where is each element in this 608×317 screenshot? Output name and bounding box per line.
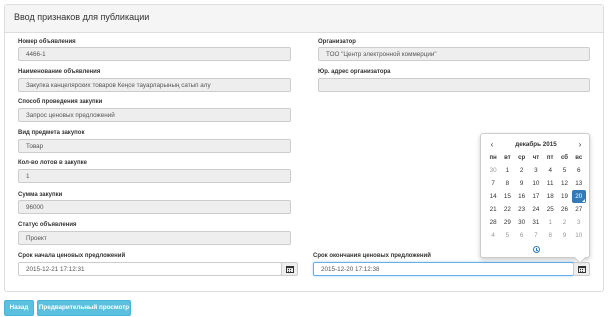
day-cell[interactable]: 2: [557, 216, 571, 229]
datepicker-popup: ‹ декабрь 2015 › пн вт ср чт пт сб вс 30…: [480, 133, 591, 264]
calendar-icon: [285, 265, 294, 273]
day-cell[interactable]: 30: [515, 216, 529, 229]
day-cell[interactable]: 27: [572, 203, 586, 216]
day-cell[interactable]: 30: [486, 164, 500, 177]
day-cell[interactable]: 15: [500, 190, 514, 203]
day-cell[interactable]: 5: [500, 229, 514, 242]
announcement-name-field[interactable]: Закупка канцелярских товаров Кеңсе тауар…: [18, 78, 291, 92]
datepicker-month-title[interactable]: декабрь 2015: [501, 141, 571, 148]
day-cell[interactable]: 19: [557, 190, 571, 203]
lots-count-label: Кол-во лотов в закупке: [18, 160, 87, 166]
panel-title: Ввод признаков для публикации: [5, 5, 603, 33]
day-cell[interactable]: 12: [557, 177, 571, 190]
start-date-input[interactable]: 2015-12-21 17:12:31: [18, 262, 282, 276]
subject-type-label: Вид предмета закупок: [18, 130, 85, 136]
procurement-method-label: Способ проведения закупки: [18, 99, 103, 105]
organizer-field[interactable]: ТОО "Центр электронной коммерции": [318, 47, 590, 61]
day-cell[interactable]: 10: [529, 177, 543, 190]
day-cell[interactable]: 9: [515, 177, 529, 190]
day-cell[interactable]: 6: [572, 164, 586, 177]
announcement-number-label: Номер объявления: [18, 39, 76, 45]
organizer-address-field[interactable]: [318, 78, 590, 92]
day-cell[interactable]: 7: [486, 177, 500, 190]
day-cell[interactable]: 10: [572, 229, 586, 242]
back-button[interactable]: Назад: [4, 300, 34, 316]
day-cell[interactable]: 26: [557, 203, 571, 216]
day-cell[interactable]: 28: [486, 216, 500, 229]
day-cell[interactable]: 31: [529, 216, 543, 229]
end-date-calendar-button[interactable]: [573, 262, 590, 276]
day-cell[interactable]: 25: [543, 203, 557, 216]
day-cell[interactable]: 4: [486, 229, 500, 242]
day-cell[interactable]: 18: [543, 190, 557, 203]
datepicker-grid: пн вт ср чт пт сб вс 30 1 2 3 4 5 6 7 8 …: [486, 152, 586, 242]
clock-icon[interactable]: [533, 246, 540, 253]
weekday-label: сб: [560, 155, 568, 161]
day-cell[interactable]: 8: [500, 177, 514, 190]
subject-type-field[interactable]: Товар: [18, 139, 291, 153]
day-cell[interactable]: 17: [529, 190, 543, 203]
day-cell[interactable]: 29: [500, 216, 514, 229]
day-cell[interactable]: 22: [500, 203, 514, 216]
lots-count-field[interactable]: 1: [18, 169, 291, 183]
end-date-input[interactable]: 2015-12-20 17:12:38: [313, 262, 574, 276]
prev-month-button[interactable]: ‹: [486, 139, 498, 151]
announcement-number-field[interactable]: 4466-1: [18, 47, 291, 61]
day-cell[interactable]: 7: [529, 229, 543, 242]
day-cell[interactable]: 4: [543, 164, 557, 177]
start-date-label: Срок начала ценовых предложений: [18, 253, 126, 259]
day-cell[interactable]: 9: [557, 229, 571, 242]
day-cell[interactable]: 24: [529, 203, 543, 216]
day-cell[interactable]: 16: [515, 190, 529, 203]
weekday-label: пт: [546, 155, 554, 161]
day-cell[interactable]: 21: [486, 203, 500, 216]
preview-button[interactable]: Предварительный просмотр: [37, 300, 131, 316]
next-month-button[interactable]: ›: [574, 139, 586, 151]
calendar-icon: [577, 265, 586, 273]
weekday-label: вт: [504, 155, 511, 161]
day-cell[interactable]: 11: [543, 177, 557, 190]
weekday-label: пн: [489, 155, 497, 161]
announcement-name-label: Наименование объявления: [18, 69, 101, 75]
day-cell[interactable]: 5: [557, 164, 571, 177]
day-cell[interactable]: 3: [529, 164, 543, 177]
status-label: Статус объявления: [18, 222, 77, 228]
status-field[interactable]: Проект: [18, 231, 291, 245]
day-cell[interactable]: 1: [500, 164, 514, 177]
procurement-sum-label: Сумма закупки: [18, 192, 63, 198]
day-cell[interactable]: 13: [572, 177, 586, 190]
procurement-method-field[interactable]: Запрос ценовых предложений: [18, 108, 291, 122]
day-cell[interactable]: 8: [543, 229, 557, 242]
weekday-label: чт: [532, 155, 540, 161]
day-cell[interactable]: 14: [486, 190, 500, 203]
end-date-label: Срок окончания ценовых предложений: [313, 253, 431, 259]
procurement-sum-field[interactable]: 96000: [18, 200, 291, 214]
day-cell[interactable]: 6: [515, 229, 529, 242]
weekday-label: ср: [518, 155, 526, 161]
day-cell[interactable]: 23: [515, 203, 529, 216]
start-date-calendar-button[interactable]: [281, 262, 298, 276]
weekday-label: вс: [575, 155, 583, 161]
day-cell[interactable]: 1: [543, 216, 557, 229]
datepicker-header: ‹ декабрь 2015 ›: [481, 139, 591, 151]
organizer-address-label: Юр. адрес организатора: [318, 69, 391, 75]
day-cell[interactable]: 3: [572, 216, 586, 229]
organizer-label: Организатор: [318, 39, 356, 45]
day-cell[interactable]: 2: [515, 164, 529, 177]
selected-day-cell[interactable]: 20: [571, 190, 586, 203]
